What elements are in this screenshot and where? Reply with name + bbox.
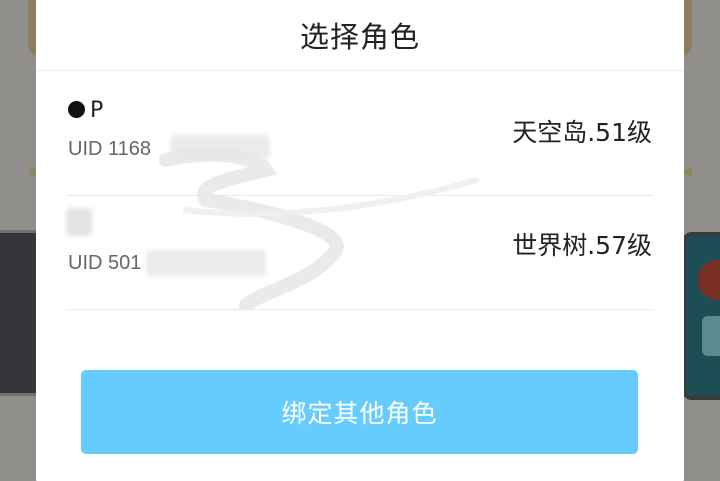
role-uid: UID 1168 [68,138,152,160]
role-item-2[interactable]: UID 501 世界树.57级 [66,196,654,310]
avatar-dot-icon [68,101,85,118]
dialog-title: 选择角色 [299,20,420,54]
role-server-level: 世界树.57级 [512,231,652,260]
role-server-level: 天空岛.51级 [512,118,652,147]
background-card-right [682,232,720,400]
select-role-dialog: 选择角色 P UID 1168 天空岛.51级 UID 501 世界树.57级 … [36,0,684,481]
role-uid: UID 501 [68,252,142,274]
role-name-text: P [90,98,104,123]
dialog-header: 选择角色 [36,0,684,71]
uid-redaction [170,135,270,159]
uid-redaction [146,250,266,276]
role-name: P [68,98,103,123]
role-item-1[interactable]: P UID 1168 天空岛.51级 [66,82,654,196]
bind-other-role-button[interactable]: 绑定其他角色 [81,370,638,454]
name-redaction [66,208,92,236]
